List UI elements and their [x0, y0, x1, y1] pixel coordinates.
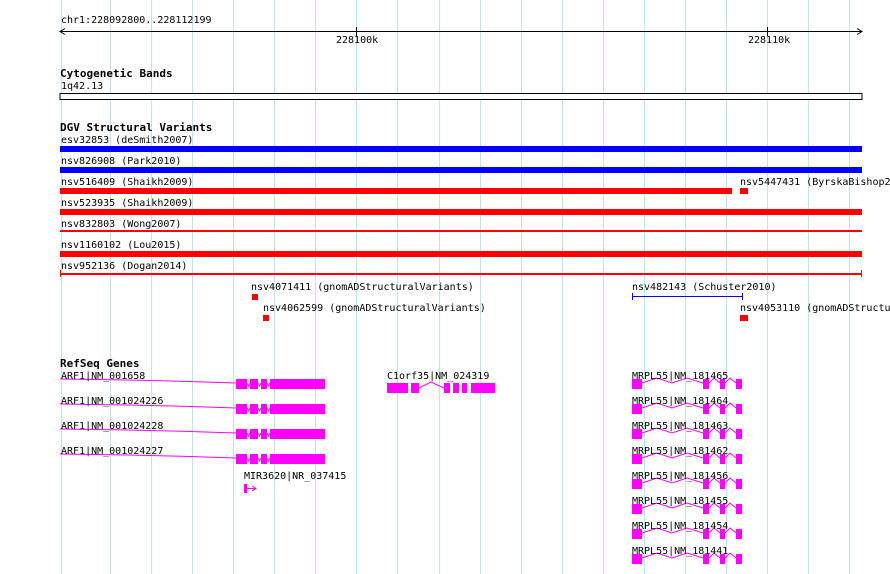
variant-bar — [60, 188, 732, 194]
gene-label[interactable]: MRPL55|NM_181463 — [632, 421, 728, 432]
variant-label[interactable]: esv32853 (deSmith2007) — [61, 135, 193, 146]
variant-label[interactable]: nsv4062599 (gnomADStructuralVariants) — [263, 303, 486, 314]
exon — [250, 404, 258, 414]
strand-arrow — [247, 485, 257, 492]
exon — [736, 529, 742, 539]
exon — [462, 383, 467, 393]
variant-label[interactable]: nsv516409 (Shaikh2009) — [61, 177, 193, 188]
variant-label[interactable]: nsv1160102 (Lou2015) — [61, 240, 181, 251]
variant-bar — [60, 273, 862, 275]
cytoband-bar — [59, 93, 863, 100]
exon — [250, 429, 258, 439]
exon — [270, 454, 325, 464]
gene-label[interactable]: MIR3620|NR_037415 — [244, 471, 346, 482]
exon — [261, 404, 267, 414]
gene-label[interactable]: ARF1|NM_001024226 — [61, 396, 163, 407]
exon — [736, 554, 742, 564]
gene-label[interactable]: MRPL55|NM_181462 — [632, 446, 728, 457]
exon — [444, 383, 450, 393]
exon — [453, 383, 459, 393]
exon — [250, 379, 258, 389]
exon — [236, 379, 247, 389]
exon — [736, 504, 742, 514]
variant-label[interactable]: nsv4053110 (gnomADStructu — [740, 303, 890, 314]
variant-label[interactable]: nsv832803 (Wong2007) — [61, 219, 181, 230]
gene-label[interactable]: C1orf35|NM_024319 — [387, 371, 489, 382]
gene-label[interactable]: ARF1|NM_001024227 — [61, 446, 163, 457]
variant-bar — [60, 251, 862, 257]
location-label: chr1:228092800..228112199 — [61, 15, 212, 26]
variant-bar — [60, 230, 862, 232]
gene-label[interactable]: MRPL55|NM_181456 — [632, 471, 728, 482]
intron-line — [418, 381, 445, 389]
exon — [236, 429, 247, 439]
exon — [736, 404, 742, 414]
exon — [736, 479, 742, 489]
exon — [261, 454, 267, 464]
exon — [236, 404, 247, 414]
variant-label[interactable]: nsv4071411 (gnomADStructuralVariants) — [251, 282, 474, 293]
ruler-tick-label: 228110k — [748, 35, 791, 46]
variant-label[interactable]: nsv482143 (Schuster2010) — [632, 282, 777, 293]
variant-bar — [60, 146, 862, 152]
gene-label[interactable]: ARF1|NM_001658 — [61, 371, 145, 382]
exon — [270, 404, 325, 414]
variant-bar — [263, 315, 269, 321]
cytoband-label: 1q42.13 — [61, 81, 104, 92]
track-title-refseq: RefSeq Genes — [60, 357, 140, 370]
gene-label[interactable]: MRPL55|NM_181465 — [632, 371, 728, 382]
exon — [736, 429, 742, 439]
exon — [411, 383, 419, 393]
gene-label[interactable]: MRPL55|NM_181441 — [632, 546, 728, 557]
gene-label[interactable]: ARF1|NM_001024228 — [61, 421, 163, 432]
variant-bar — [252, 294, 258, 300]
variant-bar — [60, 167, 862, 173]
exon — [736, 379, 742, 389]
exon — [261, 429, 267, 439]
exon — [236, 454, 247, 464]
exon — [261, 379, 267, 389]
ruler-tick-label: 228100k — [336, 35, 379, 46]
genome-browser: chr1:228092800..228112199 228100k 228110… — [0, 0, 890, 574]
variant-label[interactable]: nsv5447431 (ByrskaBishop2 — [740, 177, 890, 188]
variant-bar — [740, 315, 748, 321]
variant-bar — [740, 188, 748, 194]
track-title-dgv: DGV Structural Variants — [60, 121, 213, 134]
variant-label[interactable]: nsv523935 (Shaikh2009) — [61, 198, 193, 209]
exon — [387, 383, 408, 393]
gene-label[interactable]: MRPL55|NM_181464 — [632, 396, 728, 407]
exon — [244, 484, 247, 493]
variant-label[interactable]: nsv826908 (Park2010) — [61, 156, 181, 167]
variant-bar — [632, 296, 743, 297]
exon — [270, 429, 325, 439]
gene-label[interactable]: MRPL55|NM_181454 — [632, 521, 728, 532]
gene-label[interactable]: MRPL55|NM_181455 — [632, 496, 728, 507]
variant-label[interactable]: nsv952136 (Dogan2014) — [61, 261, 187, 272]
exon — [270, 379, 325, 389]
exon — [736, 454, 742, 464]
track-title-cytoband: Cytogenetic Bands — [60, 67, 173, 80]
variant-bar — [60, 209, 862, 215]
exon — [471, 383, 495, 393]
exon — [250, 454, 258, 464]
